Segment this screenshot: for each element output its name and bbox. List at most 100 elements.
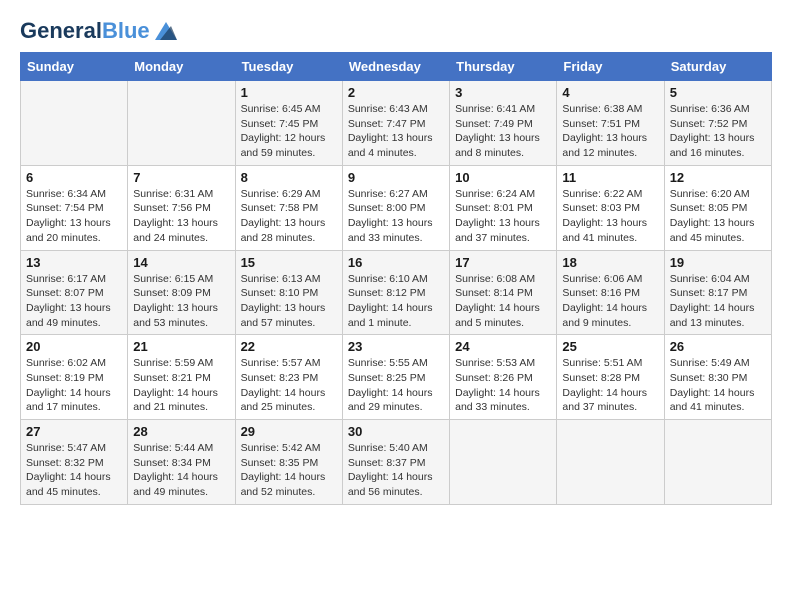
day-number: 28 [133, 424, 229, 439]
calendar-cell: 15 Sunrise: 6:13 AMSunset: 8:10 PMDayligh… [235, 250, 342, 335]
calendar-cell: 27 Sunrise: 5:47 AMSunset: 8:32 PMDayligh… [21, 420, 128, 505]
calendar-cell: 3 Sunrise: 6:41 AMSunset: 7:49 PMDaylight… [450, 81, 557, 166]
day-number: 15 [241, 255, 337, 270]
day-info: Sunrise: 5:47 AMSunset: 8:32 PMDaylight:… [26, 441, 122, 500]
calendar-cell: 12 Sunrise: 6:20 AMSunset: 8:05 PMDayligh… [664, 165, 771, 250]
day-number: 25 [562, 339, 658, 354]
calendar-cell: 24 Sunrise: 5:53 AMSunset: 8:26 PMDayligh… [450, 335, 557, 420]
day-number: 6 [26, 170, 122, 185]
calendar-cell [128, 81, 235, 166]
calendar-week-1: 1 Sunrise: 6:45 AMSunset: 7:45 PMDaylight… [21, 81, 772, 166]
calendar-cell: 28 Sunrise: 5:44 AMSunset: 8:34 PMDayligh… [128, 420, 235, 505]
day-info: Sunrise: 5:42 AMSunset: 8:35 PMDaylight:… [241, 441, 337, 500]
calendar-cell [21, 81, 128, 166]
calendar-cell: 13 Sunrise: 6:17 AMSunset: 8:07 PMDayligh… [21, 250, 128, 335]
calendar-cell: 1 Sunrise: 6:45 AMSunset: 7:45 PMDaylight… [235, 81, 342, 166]
calendar-cell: 23 Sunrise: 5:55 AMSunset: 8:25 PMDayligh… [342, 335, 449, 420]
calendar-week-3: 13 Sunrise: 6:17 AMSunset: 8:07 PMDayligh… [21, 250, 772, 335]
calendar-cell: 5 Sunrise: 6:36 AMSunset: 7:52 PMDaylight… [664, 81, 771, 166]
day-number: 17 [455, 255, 551, 270]
calendar-week-5: 27 Sunrise: 5:47 AMSunset: 8:32 PMDayligh… [21, 420, 772, 505]
calendar-cell: 6 Sunrise: 6:34 AMSunset: 7:54 PMDaylight… [21, 165, 128, 250]
day-info: Sunrise: 6:45 AMSunset: 7:45 PMDaylight:… [241, 102, 337, 161]
calendar-week-4: 20 Sunrise: 6:02 AMSunset: 8:19 PMDayligh… [21, 335, 772, 420]
day-info: Sunrise: 6:08 AMSunset: 8:14 PMDaylight:… [455, 272, 551, 331]
calendar-cell: 29 Sunrise: 5:42 AMSunset: 8:35 PMDayligh… [235, 420, 342, 505]
day-number: 23 [348, 339, 444, 354]
calendar-cell: 8Sunrise: 6:29 AMSunset: 7:58 PMDaylight… [235, 165, 342, 250]
day-number: 4 [562, 85, 658, 100]
day-number: 18 [562, 255, 658, 270]
day-number: 11 [562, 170, 658, 185]
calendar-week-2: 6 Sunrise: 6:34 AMSunset: 7:54 PMDaylight… [21, 165, 772, 250]
day-info: Sunrise: 5:55 AMSunset: 8:25 PMDaylight:… [348, 356, 444, 415]
calendar-cell: 19Sunrise: 6:04 AMSunset: 8:17 PMDayligh… [664, 250, 771, 335]
day-info: Sunrise: 6:36 AMSunset: 7:52 PMDaylight:… [670, 102, 766, 161]
calendar-cell: 22 Sunrise: 5:57 AMSunset: 8:23 PMDayligh… [235, 335, 342, 420]
day-number: 3 [455, 85, 551, 100]
day-number: 2 [348, 85, 444, 100]
calendar-cell: 17 Sunrise: 6:08 AMSunset: 8:14 PMDayligh… [450, 250, 557, 335]
day-info: Sunrise: 6:17 AMSunset: 8:07 PMDaylight:… [26, 272, 122, 331]
day-number: 27 [26, 424, 122, 439]
day-number: 24 [455, 339, 551, 354]
calendar-table: SundayMondayTuesdayWednesdayThursdayFrid… [20, 52, 772, 505]
day-number: 22 [241, 339, 337, 354]
calendar-cell: 2 Sunrise: 6:43 AMSunset: 7:47 PMDaylight… [342, 81, 449, 166]
day-info: Sunrise: 6:34 AMSunset: 7:54 PMDaylight:… [26, 187, 122, 246]
header-wednesday: Wednesday [342, 53, 449, 81]
calendar-cell: 25 Sunrise: 5:51 AMSunset: 8:28 PMDayligh… [557, 335, 664, 420]
day-info: Sunrise: 6:43 AMSunset: 7:47 PMDaylight:… [348, 102, 444, 161]
day-number: 9 [348, 170, 444, 185]
logo-icon [155, 22, 177, 40]
calendar-cell: 9 Sunrise: 6:27 AMSunset: 8:00 PMDaylight… [342, 165, 449, 250]
day-number: 5 [670, 85, 766, 100]
day-info: Sunrise: 6:13 AMSunset: 8:10 PMDaylight:… [241, 272, 337, 331]
day-number: 29 [241, 424, 337, 439]
calendar-cell: 11 Sunrise: 6:22 AMSunset: 8:03 PMDayligh… [557, 165, 664, 250]
logo-text: GeneralBlue [20, 20, 150, 42]
day-info: Sunrise: 6:31 AMSunset: 7:56 PMDaylight:… [133, 187, 229, 246]
page-header: GeneralBlue [20, 20, 772, 42]
day-info: Sunrise: 5:53 AMSunset: 8:26 PMDaylight:… [455, 356, 551, 415]
day-info: Sunrise: 6:02 AMSunset: 8:19 PMDaylight:… [26, 356, 122, 415]
calendar-cell: 16 Sunrise: 6:10 AMSunset: 8:12 PMDayligh… [342, 250, 449, 335]
day-info: Sunrise: 5:51 AMSunset: 8:28 PMDaylight:… [562, 356, 658, 415]
day-number: 14 [133, 255, 229, 270]
calendar-cell: 10 Sunrise: 6:24 AMSunset: 8:01 PMDayligh… [450, 165, 557, 250]
day-number: 20 [26, 339, 122, 354]
calendar-cell: 30Sunrise: 5:40 AMSunset: 8:37 PMDayligh… [342, 420, 449, 505]
calendar-cell [557, 420, 664, 505]
day-info: Sunrise: 5:44 AMSunset: 8:34 PMDaylight:… [133, 441, 229, 500]
day-info: Sunrise: 6:38 AMSunset: 7:51 PMDaylight:… [562, 102, 658, 161]
day-number: 1 [241, 85, 337, 100]
day-info: Sunrise: 6:10 AMSunset: 8:12 PMDaylight:… [348, 272, 444, 331]
calendar-cell: 26Sunrise: 5:49 AMSunset: 8:30 PMDayligh… [664, 335, 771, 420]
day-info: Sunrise: 6:06 AMSunset: 8:16 PMDaylight:… [562, 272, 658, 331]
day-info: Sunrise: 6:15 AMSunset: 8:09 PMDaylight:… [133, 272, 229, 331]
calendar-cell [664, 420, 771, 505]
header-thursday: Thursday [450, 53, 557, 81]
day-number: 12 [670, 170, 766, 185]
header-tuesday: Tuesday [235, 53, 342, 81]
day-number: 16 [348, 255, 444, 270]
day-info: Sunrise: 6:24 AMSunset: 8:01 PMDaylight:… [455, 187, 551, 246]
day-number: 10 [455, 170, 551, 185]
calendar-cell: 20 Sunrise: 6:02 AMSunset: 8:19 PMDayligh… [21, 335, 128, 420]
calendar-cell: 21Sunrise: 5:59 AMSunset: 8:21 PMDayligh… [128, 335, 235, 420]
calendar-cell: 7 Sunrise: 6:31 AMSunset: 7:56 PMDaylight… [128, 165, 235, 250]
day-info: Sunrise: 6:20 AMSunset: 8:05 PMDaylight:… [670, 187, 766, 246]
day-number: 21 [133, 339, 229, 354]
day-info: Sunrise: 6:22 AMSunset: 8:03 PMDaylight:… [562, 187, 658, 246]
day-info: Sunrise: 5:57 AMSunset: 8:23 PMDaylight:… [241, 356, 337, 415]
day-number: 26 [670, 339, 766, 354]
day-number: 30 [348, 424, 444, 439]
day-number: 7 [133, 170, 229, 185]
day-number: 13 [26, 255, 122, 270]
day-info: Sunrise: 6:29 AMSunset: 7:58 PMDaylight:… [241, 187, 337, 246]
day-info: Sunrise: 6:27 AMSunset: 8:00 PMDaylight:… [348, 187, 444, 246]
day-info: Sunrise: 6:41 AMSunset: 7:49 PMDaylight:… [455, 102, 551, 161]
header-saturday: Saturday [664, 53, 771, 81]
day-number: 19 [670, 255, 766, 270]
calendar-cell [450, 420, 557, 505]
